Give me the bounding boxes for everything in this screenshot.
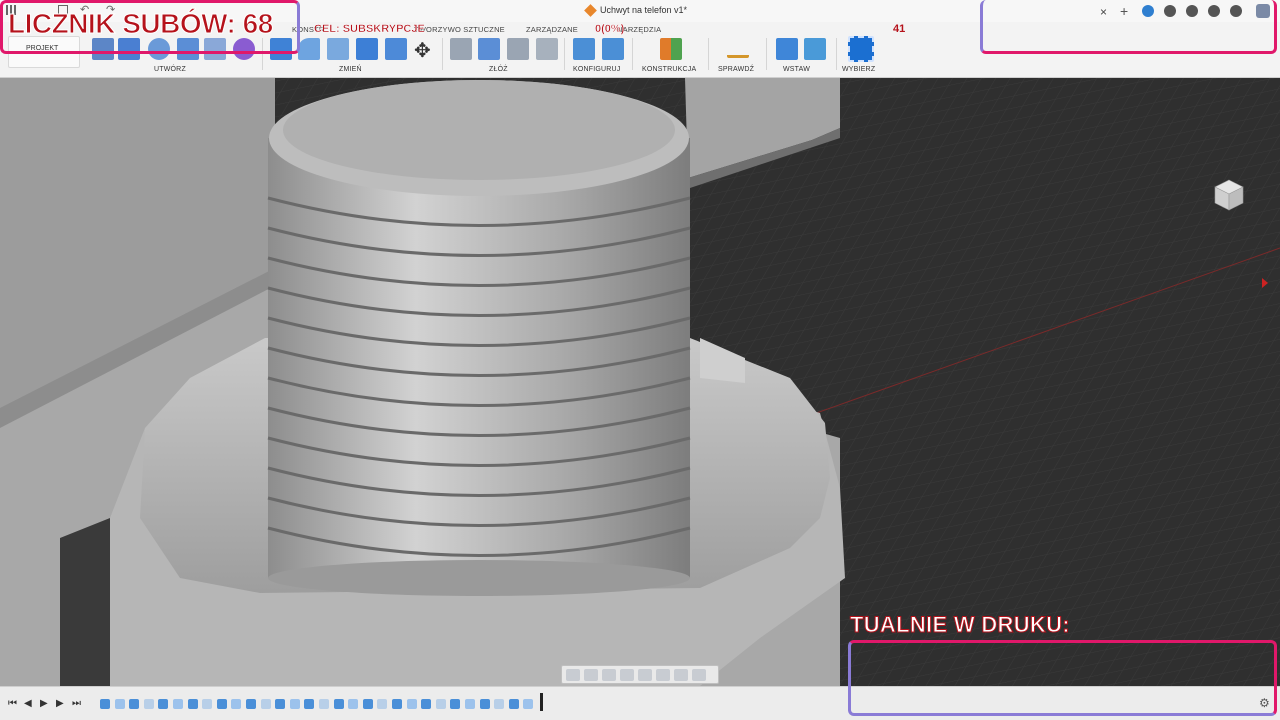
configure-tool[interactable] bbox=[602, 38, 624, 60]
separator bbox=[632, 38, 633, 70]
viewcube[interactable] bbox=[1212, 178, 1246, 212]
timeline-step[interactable] bbox=[479, 699, 490, 709]
timeline-step[interactable] bbox=[362, 699, 373, 709]
chamfer-tool[interactable] bbox=[327, 38, 349, 60]
timeline-step[interactable] bbox=[173, 699, 183, 709]
timeline-step[interactable] bbox=[289, 699, 300, 709]
group-wybierz[interactable]: WYBIERZ bbox=[842, 66, 875, 73]
tab-tworzywo[interactable]: TWORZYWO SZTUCZNE bbox=[414, 25, 505, 34]
cursor-pointer bbox=[1262, 278, 1268, 288]
sub-counter-text: LICZNIK SUBÓW: 68 bbox=[8, 8, 274, 40]
tab-zarzadzane[interactable]: ZARZĄDZANE bbox=[526, 25, 578, 34]
timeline-step[interactable] bbox=[333, 699, 344, 709]
timeline-step[interactable] bbox=[202, 699, 213, 709]
viewcube-icon[interactable] bbox=[1212, 178, 1246, 212]
orbit-icon[interactable] bbox=[566, 668, 580, 681]
step-back-icon[interactable]: ◀ bbox=[24, 698, 32, 709]
timeline-step[interactable] bbox=[260, 699, 271, 709]
shaft-base-ring bbox=[268, 560, 690, 596]
play-icon[interactable]: ▶ bbox=[40, 698, 48, 709]
timeline-step[interactable] bbox=[275, 699, 286, 709]
insert-derive-tool[interactable] bbox=[776, 38, 798, 60]
combine-tool[interactable] bbox=[385, 38, 407, 60]
timeline-step[interactable] bbox=[435, 699, 446, 709]
image-icon[interactable] bbox=[804, 38, 826, 60]
shaft-top-inner bbox=[283, 80, 675, 180]
timeline-step[interactable] bbox=[158, 699, 169, 709]
group-utworz[interactable]: UTWÓRZ bbox=[154, 66, 186, 73]
timeline-step[interactable] bbox=[523, 699, 534, 709]
parameters-tool[interactable] bbox=[573, 38, 595, 60]
timeline-step[interactable] bbox=[143, 699, 154, 709]
document-icon bbox=[584, 3, 597, 17]
goal-text: CEL: SUBSKRYPCJE bbox=[314, 23, 425, 35]
joint-origin-tool[interactable] bbox=[536, 38, 558, 60]
separator bbox=[442, 38, 443, 70]
group-zmien[interactable]: ZMIEŃ bbox=[339, 66, 362, 73]
cutout-shadow bbox=[60, 518, 110, 686]
timeline-step[interactable] bbox=[348, 699, 359, 709]
as-built-joint-tool[interactable] bbox=[507, 38, 529, 60]
timeline-step[interactable] bbox=[100, 699, 110, 709]
group-konfiguruj[interactable]: KONFIGURUJ bbox=[573, 66, 621, 73]
timeline-step[interactable] bbox=[508, 699, 519, 709]
timeline-step[interactable] bbox=[319, 699, 329, 709]
app-window: ↶ ↷ Uchwyt na telefon v1* × + KONSTR TWO… bbox=[0, 0, 1280, 720]
navigation-toolbar bbox=[561, 665, 719, 684]
timeline-step[interactable] bbox=[494, 699, 505, 709]
step-forward-icon[interactable]: ▶ bbox=[56, 698, 64, 709]
timeline-step[interactable] bbox=[465, 699, 475, 709]
group-wstaw[interactable]: WSTAW bbox=[783, 66, 810, 73]
timeline-step[interactable] bbox=[304, 699, 315, 709]
timeline-step[interactable] bbox=[114, 699, 125, 709]
separator bbox=[836, 38, 837, 70]
look-at-icon[interactable] bbox=[584, 668, 598, 681]
separator bbox=[564, 38, 565, 70]
shell-tool[interactable] bbox=[356, 38, 378, 60]
viewports-icon[interactable] bbox=[692, 668, 706, 681]
move-icon[interactable]: ✥ bbox=[414, 38, 431, 63]
group-sprawdz[interactable]: SPRAWDŹ bbox=[718, 66, 754, 73]
joint-tool[interactable] bbox=[450, 38, 472, 60]
select-icon[interactable] bbox=[848, 36, 874, 62]
timeline-step[interactable] bbox=[187, 699, 198, 709]
overlay-count-41: 41 bbox=[893, 23, 906, 35]
timeline-step[interactable] bbox=[377, 699, 388, 709]
zoom-icon[interactable] bbox=[620, 668, 634, 681]
document-title-text: Uchwyt na telefon v1* bbox=[600, 5, 688, 15]
to-end-icon[interactable]: ⏭ bbox=[72, 698, 81, 709]
group-konstrukcja[interactable]: KONSTRUKCJA bbox=[642, 66, 696, 73]
pan-icon[interactable] bbox=[602, 668, 616, 681]
goal-progress-text: 0(0%) bbox=[595, 23, 625, 35]
plane-tool[interactable] bbox=[660, 38, 682, 60]
new-component-tool[interactable] bbox=[478, 38, 500, 60]
timeline-step[interactable] bbox=[129, 699, 140, 709]
ruler-icon[interactable] bbox=[727, 44, 749, 58]
timeline-step[interactable] bbox=[392, 699, 402, 709]
separator bbox=[708, 38, 709, 70]
fillet-tool[interactable] bbox=[298, 38, 320, 60]
printing-frame bbox=[848, 640, 1277, 716]
timeline-step[interactable] bbox=[450, 699, 461, 709]
timeline-step[interactable] bbox=[231, 699, 242, 709]
timeline-step[interactable] bbox=[406, 699, 417, 709]
timeline-marker[interactable] bbox=[540, 693, 543, 711]
group-zloz[interactable]: ZŁÓŻ bbox=[489, 66, 508, 73]
separator bbox=[766, 38, 767, 70]
document-title: Uchwyt na telefon v1* bbox=[584, 3, 688, 17]
scene-render bbox=[0, 78, 1280, 686]
display-icon[interactable] bbox=[656, 668, 670, 681]
top-right-frame bbox=[980, 0, 1277, 54]
fit-icon[interactable] bbox=[638, 668, 652, 681]
timeline-step[interactable] bbox=[246, 699, 256, 709]
timeline-step[interactable] bbox=[216, 699, 227, 709]
to-start-icon[interactable]: ⏮ bbox=[8, 698, 17, 709]
3d-viewport[interactable] bbox=[0, 78, 1280, 686]
printing-label: TUALNIE W DRUKU: bbox=[850, 612, 1071, 638]
timeline-step[interactable] bbox=[421, 699, 432, 709]
grid-settings-icon[interactable] bbox=[674, 668, 688, 681]
